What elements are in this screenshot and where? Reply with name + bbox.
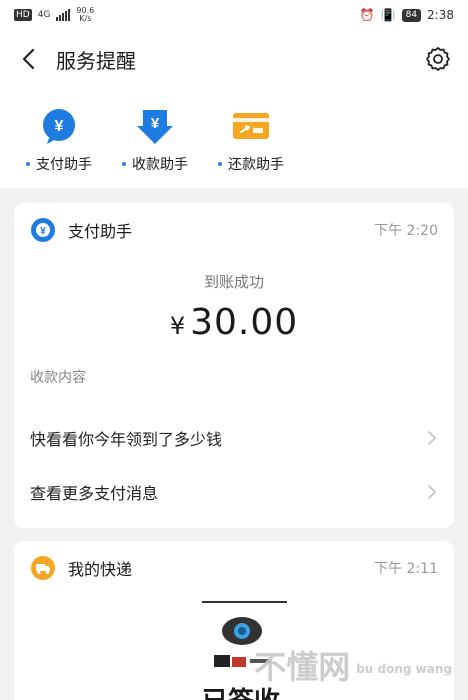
card-time: 下午 2:11	[374, 561, 438, 577]
watermark-sub: bu dong wang	[356, 662, 452, 676]
network-speed: 90.6 K/s	[76, 6, 95, 23]
svg-text:¥: ¥	[55, 118, 64, 135]
payment-assistant-icon: ¥	[43, 109, 75, 144]
status-bar: HD 4G 90.6 K/s ⏰ 📳 84 2:38	[0, 0, 468, 30]
card-title: 支付助手	[68, 222, 133, 241]
watermark-text: 不懂网	[254, 648, 351, 686]
page-title: 服务提醒	[56, 48, 136, 73]
card-title: 我的快递	[68, 560, 133, 579]
payment-assistant-logo-icon: ¥	[31, 218, 55, 242]
shortcut-receipt-assistant[interactable]: ¥ 收款助手	[116, 106, 194, 188]
dot-icon	[26, 162, 30, 166]
alarm-icon: ⏰	[359, 8, 375, 22]
amount-value: ¥30.00	[14, 302, 454, 343]
network-type: 4G	[37, 10, 51, 20]
row-more-payment-messages[interactable]: 查看更多支付消息	[14, 465, 454, 519]
chevron-right-icon	[428, 485, 437, 499]
delivery-truck-icon	[31, 556, 55, 580]
shortcut-payment-assistant[interactable]: ¥ 支付助手	[20, 106, 98, 188]
amount-number: 30.00	[190, 302, 299, 343]
payment-notification-card[interactable]: ¥ 支付助手 下午 2:20 到账成功 ¥30.00 收款内容 快看看你今年领到…	[14, 203, 454, 528]
repayment-assistant-icon	[233, 113, 269, 139]
assistant-shortcuts: ¥ 支付助手 ¥ 收款助手 还款助手	[0, 88, 468, 188]
amount-title: 到账成功	[203, 273, 264, 291]
dot-icon	[218, 162, 222, 166]
section-label: 收款内容	[30, 370, 86, 386]
dot-icon	[122, 162, 126, 166]
row-label: 快看看你今年领到了多少钱	[30, 430, 223, 449]
header: 服务提醒	[0, 30, 468, 88]
shortcut-label: 收款助手	[132, 157, 188, 173]
hd-badge: HD	[14, 9, 32, 21]
chevron-right-icon	[428, 431, 437, 445]
shortcut-label: 支付助手	[36, 157, 92, 173]
svg-text:¥: ¥	[40, 226, 46, 237]
gear-icon[interactable]	[424, 45, 452, 73]
row-yearly-summary[interactable]: 快看看你今年领到了多少钱	[14, 411, 454, 465]
battery-icon: 84	[401, 8, 422, 22]
card-header: ¥ 支付助手 下午 2:20	[14, 203, 454, 257]
clock: 2:38	[427, 8, 454, 22]
signal-icon	[56, 9, 71, 21]
row-label: 查看更多支付消息	[30, 484, 159, 503]
svg-text:¥: ¥	[151, 115, 160, 132]
back-icon[interactable]	[16, 47, 40, 71]
watermark: 不懂网 bu dong wang	[254, 642, 452, 688]
shortcut-repayment-assistant[interactable]: 还款助手	[212, 106, 290, 188]
receipt-assistant-icon: ¥	[137, 110, 173, 144]
card-time: 下午 2:20	[374, 223, 438, 239]
currency-symbol: ¥	[169, 312, 187, 340]
card-header: 我的快递 下午 2:11	[14, 541, 454, 595]
vibrate-icon: 📳	[380, 8, 396, 22]
shortcut-label: 还款助手	[228, 157, 284, 173]
